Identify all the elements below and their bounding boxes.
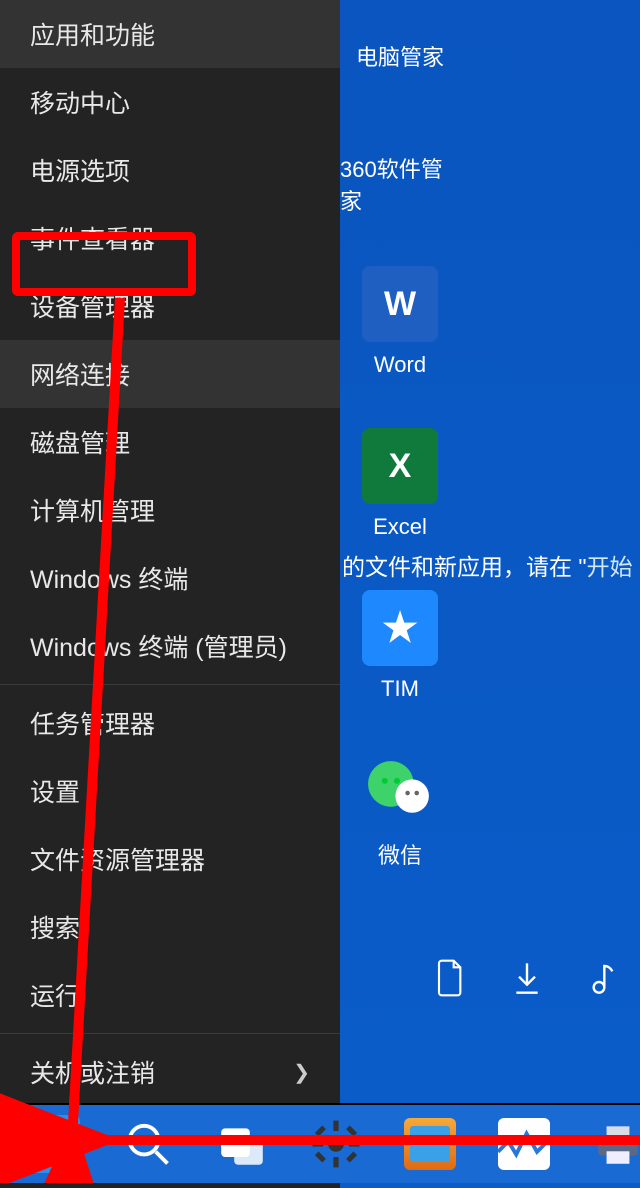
word-icon: W (384, 285, 416, 324)
tim-icon: ★ (382, 605, 418, 651)
desktop-icon-label: Word (374, 352, 426, 378)
excel-icon: X (389, 447, 412, 486)
app-icon (404, 1118, 456, 1170)
menu-power-options[interactable]: 电源选项 (0, 136, 340, 204)
start-button[interactable] (28, 1115, 80, 1173)
taskbar-app-1[interactable] (404, 1115, 456, 1173)
menu-computer-management[interactable]: 计算机管理 (0, 476, 340, 544)
chevron-right-icon: ❯ (293, 1060, 310, 1085)
desktop-icon-excel[interactable]: X Excel (340, 428, 460, 540)
menu-settings[interactable]: 设置 (0, 757, 340, 825)
menu-device-manager[interactable]: 设备管理器 (0, 272, 340, 340)
menu-windows-terminal-admin[interactable]: Windows 终端 (管理员) (0, 612, 340, 680)
menu-shutdown[interactable]: 关机或注销 ❯ (0, 1038, 340, 1106)
menu-apps-features[interactable]: 应用和功能 (0, 0, 340, 68)
taskbar-search[interactable] (122, 1115, 174, 1173)
desktop-icon-360[interactable]: 360软件管家 (340, 66, 460, 216)
desktop-icon-label: TIM (381, 676, 419, 702)
menu-separator (0, 684, 340, 685)
menu-file-explorer[interactable]: 文件资源管理器 (0, 825, 340, 893)
printer-icon (592, 1118, 640, 1170)
music-icon[interactable] (586, 958, 620, 1003)
desktop-icon-label: 微信 (378, 838, 422, 870)
taskbar-settings[interactable] (310, 1115, 362, 1173)
menu-search[interactable]: 搜索 (0, 893, 340, 961)
taskbar-app-3[interactable] (592, 1115, 640, 1173)
menu-network-connections[interactable]: 网络连接 (0, 340, 340, 408)
file-icon[interactable] (434, 958, 468, 1003)
gear-icon (310, 1118, 362, 1170)
desktop-icon-word[interactable]: W Word (340, 266, 460, 378)
taskbar-app-2[interactable] (498, 1115, 550, 1173)
desktop-icon-label: 360软件管家 (340, 152, 460, 216)
taskbar-taskview[interactable] (216, 1115, 268, 1173)
menu-task-manager[interactable]: 任务管理器 (0, 689, 340, 757)
desktop-icon-tim[interactable]: ★ TIM (340, 590, 460, 702)
download-icon[interactable] (510, 958, 544, 1003)
monitor-icon (498, 1118, 550, 1170)
menu-separator (0, 1033, 340, 1034)
taskbar (0, 1103, 640, 1183)
desktop-icon-label: Excel (373, 514, 427, 540)
system-tray (434, 958, 620, 1003)
desktop-icon-wechat[interactable]: 微信 (340, 752, 460, 870)
menu-mobility-center[interactable]: 移动中心 (0, 68, 340, 136)
start-link[interactable]: 开始 (587, 554, 633, 580)
wechat-icon (362, 752, 438, 828)
menu-windows-terminal[interactable]: Windows 终端 (0, 544, 340, 612)
search-icon (122, 1118, 174, 1170)
desktop-icon-pcmanager[interactable]: 电脑管家 (340, 0, 460, 72)
desktop-hint-text: 的文件和新应用，请在 "开始 (342, 548, 633, 582)
menu-run[interactable]: 运行 (0, 961, 340, 1029)
windows-icon (28, 1118, 80, 1170)
menu-event-viewer[interactable]: 事件查看器 (0, 204, 340, 272)
taskview-icon (216, 1118, 268, 1170)
menu-disk-management[interactable]: 磁盘管理 (0, 408, 340, 476)
winx-context-menu: 应用和功能 移动中心 电源选项 事件查看器 设备管理器 网络连接 磁盘管理 计算… (0, 0, 340, 1188)
